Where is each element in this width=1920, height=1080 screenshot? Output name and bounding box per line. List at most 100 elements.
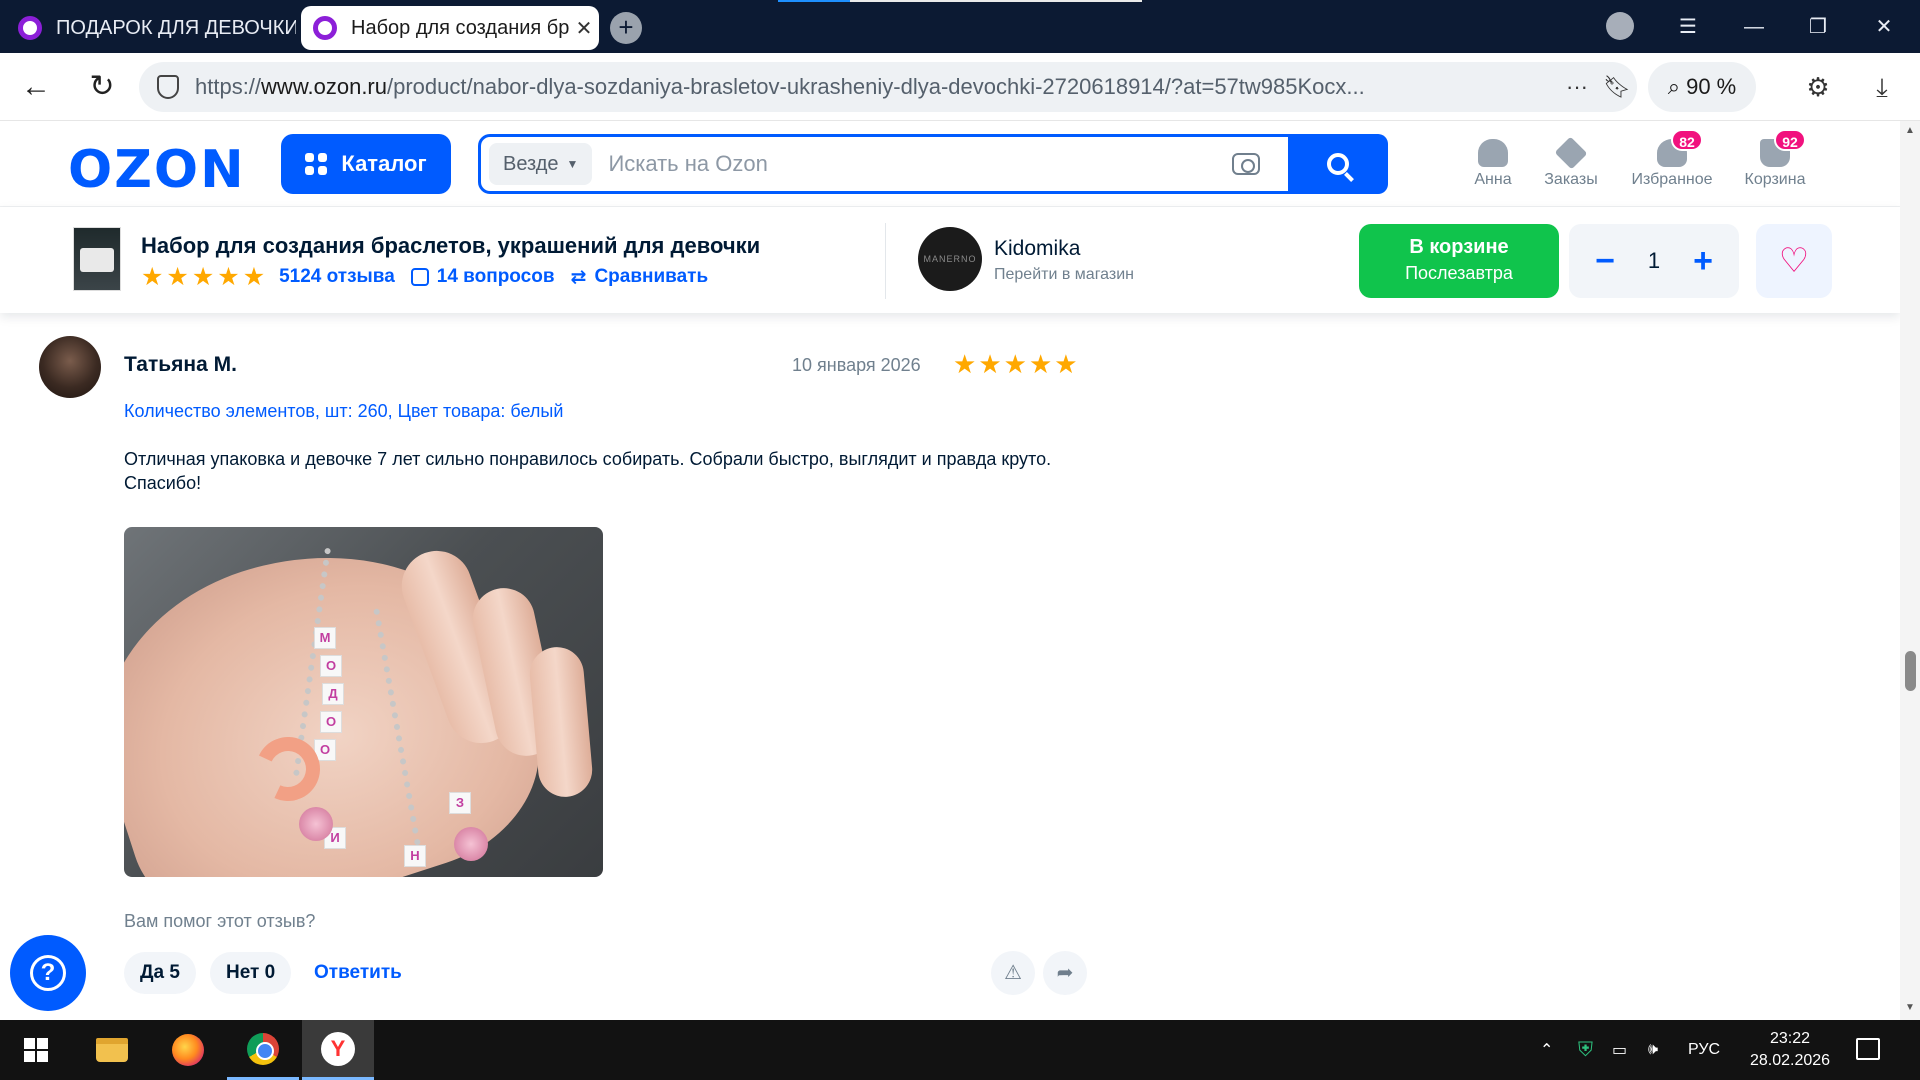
star-icon: ★ xyxy=(166,263,189,291)
zoom-search-icon: ⌕ xyxy=(1667,74,1681,99)
helpful-question: Вам помог этот отзыв? xyxy=(124,911,316,931)
search-icon xyxy=(1327,153,1349,175)
favorites-badge: 82 xyxy=(1671,129,1703,151)
header-favorites[interactable]: 82 Избранное xyxy=(1627,129,1717,189)
product-title: Набор для создания браслетов, украшений … xyxy=(141,233,761,258)
search-scope-label: Везде xyxy=(503,152,559,175)
restore-icon[interactable]: ❐ xyxy=(1800,10,1836,44)
report-warning-icon[interactable]: ⚠ xyxy=(991,951,1035,995)
review-date: 10 января 2026 xyxy=(792,355,921,375)
taskbar-firefox[interactable] xyxy=(152,1020,224,1080)
help-question-icon: ? xyxy=(30,955,66,991)
increase-button[interactable]: + xyxy=(1685,242,1721,281)
clock-date: 28.02.2026 xyxy=(1749,1052,1831,1069)
review-text: Отличная упаковка и девочке 7 лет сильно… xyxy=(124,449,1052,493)
ozon-logo[interactable]: OZON xyxy=(68,140,246,200)
in-cart-label: В корзине xyxy=(1409,236,1509,258)
more-dots-icon[interactable]: ··· xyxy=(1557,74,1597,100)
go-to-shop-link[interactable]: Перейти в магазин xyxy=(994,266,1134,284)
catalog-button[interactable]: Каталог xyxy=(281,134,451,194)
minimize-icon[interactable]: — xyxy=(1736,10,1772,44)
camera-search-icon[interactable] xyxy=(1232,153,1260,175)
review-rating-stars: ★ ★ ★ ★ ★ xyxy=(953,349,1078,379)
header-orders[interactable]: Заказы xyxy=(1526,136,1616,189)
review-variant-link[interactable]: Количество элементов, шт: 260, Цвет това… xyxy=(124,401,563,422)
review-photo[interactable]: М О Д О О З И Н xyxy=(124,527,603,877)
vote-no-button[interactable]: Нет 0 xyxy=(210,952,292,994)
language-indicator[interactable]: РУС xyxy=(1688,1020,1720,1080)
scroll-up-icon[interactable]: ▲ xyxy=(1904,125,1916,137)
tab-product[interactable]: Набор для создания браслетов ✕ xyxy=(301,6,599,50)
tab-title: ПОДАРОК ДЛЯ ДЕВОЧКИ xyxy=(56,16,296,39)
search-button[interactable] xyxy=(1288,134,1388,194)
ozon-favicon-icon xyxy=(18,16,42,40)
security-shield-tray-icon[interactable]: ⛨ xyxy=(1578,1020,1593,1080)
header-orders-label: Заказы xyxy=(1544,171,1598,188)
in-cart-button[interactable]: В корзине Послезавтра xyxy=(1359,224,1559,298)
review-card: Татьяна М. 10 января 2026 ★ ★ ★ ★ ★ Коли… xyxy=(0,313,1900,1020)
zoom-indicator[interactable]: ⌕ 90 % xyxy=(1648,62,1756,112)
compare-icon: ⇄ xyxy=(570,266,587,288)
tab-title: Набор для создания браслетов xyxy=(351,16,569,39)
scroll-down-icon[interactable]: ▼ xyxy=(1904,1002,1916,1014)
star-icon: ★ xyxy=(1054,349,1078,379)
security-shield-icon[interactable] xyxy=(157,75,179,99)
star-icon: ★ xyxy=(953,349,977,379)
clock-time: 23:22 xyxy=(1769,1030,1811,1047)
bookmark-icon[interactable]: 🔖︎ xyxy=(1597,74,1637,100)
back-arrow-icon[interactable]: ← xyxy=(16,67,56,107)
reviews-link[interactable]: 5124 отзыва xyxy=(279,266,395,288)
download-icon[interactable]: ⤓ xyxy=(1862,67,1902,107)
photo-bead: З xyxy=(449,792,471,814)
reload-icon[interactable]: ↻ xyxy=(82,67,122,107)
vote-yes-button[interactable]: Да 5 xyxy=(124,952,196,994)
star-icon: ★ xyxy=(242,263,266,291)
compare-link[interactable]: ⇄ Сравнивать xyxy=(571,266,709,289)
reply-link[interactable]: Ответить xyxy=(314,952,402,994)
shop-logo[interactable]: MANERNO xyxy=(918,227,982,291)
header-profile[interactable]: Анна xyxy=(1448,139,1538,189)
box-icon xyxy=(1554,136,1588,170)
windows-logo-icon xyxy=(24,1038,48,1062)
close-window-icon[interactable]: ✕ xyxy=(1866,10,1902,44)
questions-link[interactable]: 14 вопросов xyxy=(410,266,555,288)
shop-name[interactable]: Kidomika xyxy=(994,237,1080,261)
quantity-value: 1 xyxy=(1647,248,1661,273)
taskbar-clock[interactable]: 23:22 28.02.2026 xyxy=(1740,1028,1840,1072)
address-bar[interactable]: https://www.ozon.ru/product/nabor-dlya-s… xyxy=(139,62,1637,112)
page-scrollbar[interactable]: ▲ ▼ xyxy=(1900,121,1920,1020)
notifications-icon[interactable] xyxy=(1856,1038,1880,1060)
close-tab-icon[interactable]: ✕ xyxy=(569,16,599,41)
search-scope-select[interactable]: Везде ▼ xyxy=(489,143,593,185)
search-bar: Везде ▼ xyxy=(478,134,1388,194)
taskbar-chrome[interactable] xyxy=(227,1020,299,1080)
tab-gift[interactable]: ПОДАРОК ДЛЯ ДЕВОЧКИ xyxy=(6,6,296,50)
help-button[interactable]: ? xyxy=(10,935,86,1011)
search-input[interactable] xyxy=(608,151,1232,177)
favorite-heart-button[interactable]: ♡ xyxy=(1756,224,1832,298)
star-icon: ★ xyxy=(1003,349,1027,379)
site-header: OZON Каталог Везде ▼ Анна Заказы 82 Избр… xyxy=(0,121,1900,207)
new-tab-button[interactable]: + xyxy=(610,12,642,44)
tray-chevron-up-icon[interactable]: ⌃ xyxy=(1540,1020,1553,1080)
photo-bead xyxy=(454,827,488,861)
product-thumbnail[interactable] xyxy=(73,227,121,291)
start-button[interactable] xyxy=(0,1020,72,1080)
taskbar-yandex-browser[interactable]: Y xyxy=(302,1020,374,1080)
browser-toolbar: ← ↻ https://www.ozon.ru/product/nabor-dl… xyxy=(0,53,1920,121)
photo-bead xyxy=(299,807,333,841)
product-sticky-bar: Набор для создания браслетов, украшений … xyxy=(0,207,1900,313)
header-cart[interactable]: 92 Корзина xyxy=(1730,129,1820,189)
extensions-icon[interactable]: ⚙ xyxy=(1798,67,1838,107)
firefox-icon xyxy=(172,1034,204,1066)
decrease-button[interactable]: − xyxy=(1587,242,1623,281)
scroll-thumb[interactable] xyxy=(1905,651,1916,691)
browser-menu-icon[interactable]: ☰ xyxy=(1670,10,1706,44)
network-icon[interactable]: ▭ xyxy=(1612,1020,1627,1080)
volume-icon[interactable]: 🕪︎ xyxy=(1648,1020,1658,1080)
star-icon: ★ xyxy=(141,263,164,291)
profile-avatar-icon[interactable] xyxy=(1606,12,1634,40)
taskbar-explorer[interactable] xyxy=(76,1020,148,1080)
share-arrow-icon[interactable]: ➦ xyxy=(1043,951,1087,995)
url-text[interactable]: https://www.ozon.ru/product/nabor-dlya-s… xyxy=(195,74,1557,100)
